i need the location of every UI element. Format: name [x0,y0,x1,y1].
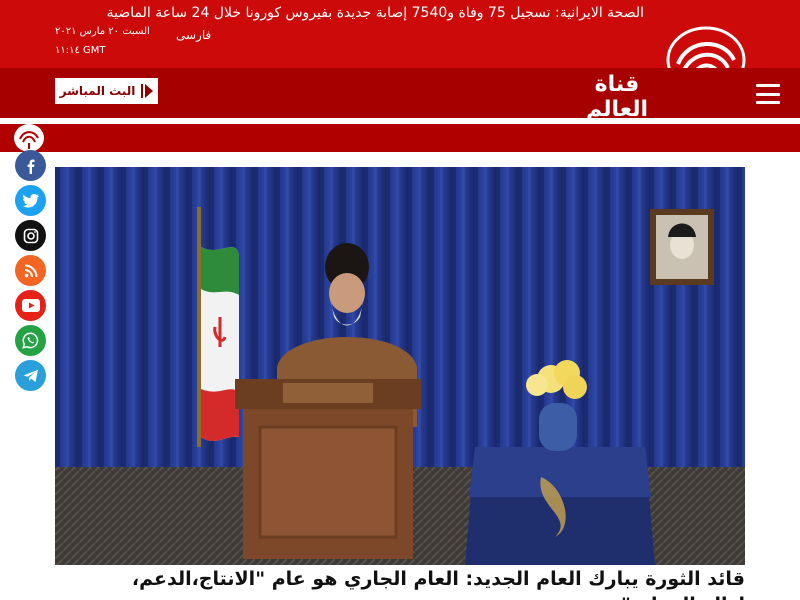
telegram-icon[interactable] [15,360,46,391]
instagram-icon[interactable] [15,220,46,251]
article-headline-continued[interactable]: إزالة الموانع" [55,592,745,600]
language-link-farsi[interactable]: فارسی [176,28,211,42]
current-date: السبت ٢٠ مارس ٢٠٢١ [55,26,150,37]
channel-name[interactable]: قناة العالم [566,72,668,122]
live-stream-button[interactable]: البث المباشر [55,78,158,104]
hamburger-menu-icon[interactable] [756,84,780,104]
youtube-icon[interactable] [15,290,46,321]
facebook-icon[interactable] [15,150,46,181]
article-hero-image[interactable] [55,167,745,565]
rss-icon[interactable] [15,255,46,286]
twitter-icon[interactable] [15,185,46,216]
article-headline[interactable]: قائد الثورة يبارك العام الجديد: العام ال… [55,566,745,592]
play-icon [141,84,154,98]
news-ticker [0,124,800,152]
ticker-headline[interactable]: الصحة الايرانية: تسجيل 75 وفاة و7540 إصا… [48,5,644,21]
whatsapp-icon[interactable] [15,325,46,356]
live-button-label: البث المباشر [59,84,136,98]
ticker-logo-icon [14,124,44,152]
current-time: ١١:١٤ GMT [55,45,106,56]
